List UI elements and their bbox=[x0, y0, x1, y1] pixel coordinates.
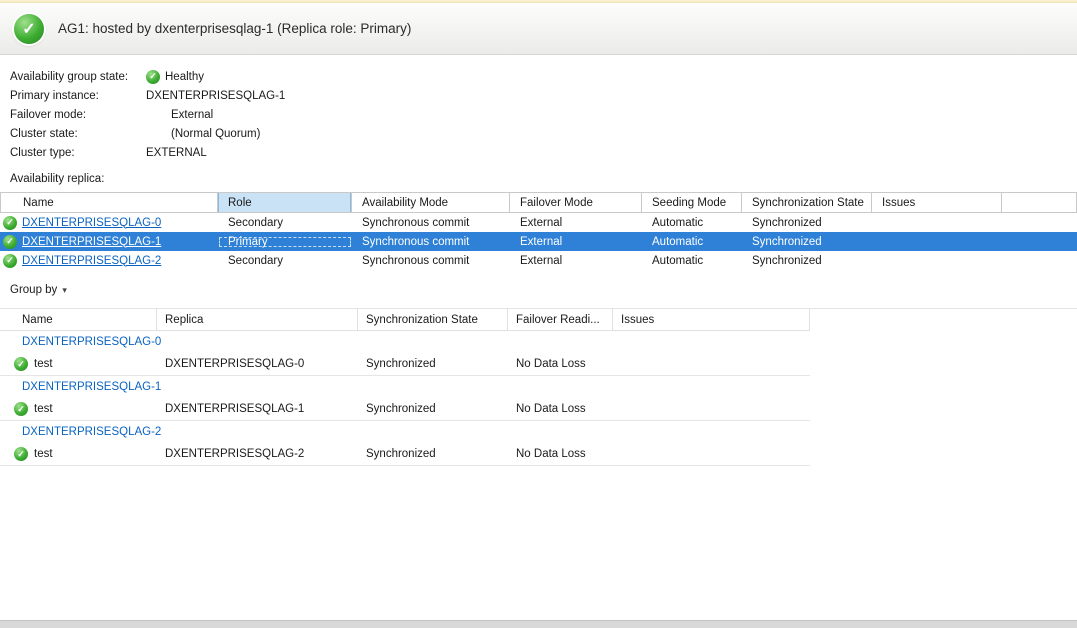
database-status-icon bbox=[14, 447, 28, 461]
replica-name-link[interactable]: DXENTERPRISESQLAG-2 bbox=[22, 255, 161, 267]
database-status-icon bbox=[14, 357, 28, 371]
replica-row-selected[interactable]: DXENTERPRISESQLAG-1 Primary Synchronous … bbox=[0, 232, 1077, 251]
database-row[interactable]: test DXENTERPRISESQLAG-2 Synchronized No… bbox=[0, 443, 810, 466]
cell-name: test bbox=[0, 447, 157, 461]
column-header-name[interactable]: Name bbox=[0, 309, 157, 330]
cell-role: Primary bbox=[218, 236, 352, 248]
cell-failover-readiness: No Data Loss bbox=[508, 358, 613, 370]
replica-table-header: Name Role Availability Mode Failover Mod… bbox=[0, 192, 1077, 213]
cell-name: test bbox=[0, 357, 157, 371]
page-title: AG1: hosted by dxenterprisesqlag-1 (Repl… bbox=[58, 21, 411, 36]
database-table: Name Replica Synchronization State Failo… bbox=[0, 308, 1077, 466]
cell-seeding-mode: Automatic bbox=[642, 255, 742, 267]
summary-value-text: DXENTERPRISESQLAG-1 bbox=[146, 90, 285, 102]
summary-row: Availability group state: Healthy bbox=[10, 67, 1077, 86]
cell-replica: DXENTERPRISESQLAG-1 bbox=[157, 403, 358, 415]
cell-replica: DXENTERPRISESQLAG-0 bbox=[157, 358, 358, 370]
summary-label: Cluster state: bbox=[10, 128, 146, 140]
summary-value: Healthy bbox=[146, 70, 204, 84]
column-header-synchronization-state[interactable]: Synchronization State bbox=[742, 193, 872, 212]
replica-name-link[interactable]: DXENTERPRISESQLAG-1 bbox=[22, 236, 161, 248]
database-group-header[interactable]: DXENTERPRISESQLAG-0 bbox=[0, 331, 1077, 353]
bottom-status-strip bbox=[0, 620, 1077, 628]
cell-name: DXENTERPRISESQLAG-0 bbox=[0, 216, 218, 230]
column-header-name[interactable]: Name bbox=[0, 193, 218, 212]
cell-seeding-mode: Automatic bbox=[642, 217, 742, 229]
cell-availability-mode: Synchronous commit bbox=[352, 255, 510, 267]
cell-synchronization-state: Synchronized bbox=[742, 236, 872, 248]
column-header-issues[interactable]: Issues bbox=[613, 309, 810, 330]
healthy-check-icon bbox=[146, 70, 160, 84]
cell-synchronization-state: Synchronized bbox=[358, 403, 508, 415]
cell-name: test bbox=[0, 402, 157, 416]
column-header-synchronization-state[interactable]: Synchronization State bbox=[358, 309, 508, 330]
replica-table: Name Role Availability Mode Failover Mod… bbox=[0, 192, 1077, 270]
column-header-failover-mode[interactable]: Failover Mode bbox=[510, 193, 642, 212]
cell-synchronization-state: Synchronized bbox=[742, 217, 872, 229]
replica-status-icon bbox=[3, 235, 17, 249]
cell-synchronization-state: Synchronized bbox=[358, 358, 508, 370]
dashboard-header: AG1: hosted by dxenterprisesqlag-1 (Repl… bbox=[0, 3, 1077, 55]
cell-name: DXENTERPRISESQLAG-1 bbox=[0, 235, 218, 249]
cell-failover-readiness: No Data Loss bbox=[508, 403, 613, 415]
summary-label: Failover mode: bbox=[10, 109, 146, 121]
summary-row: Cluster state: (Normal Quorum) bbox=[10, 124, 1077, 143]
cell-availability-mode: Synchronous commit bbox=[352, 217, 510, 229]
cell-role: Secondary bbox=[218, 255, 352, 267]
cell-name: DXENTERPRISESQLAG-2 bbox=[0, 254, 218, 268]
ag-summary: Availability group state: Healthy Primar… bbox=[0, 55, 1077, 162]
ag-dashboard: AG1: hosted by dxenterprisesqlag-1 (Repl… bbox=[0, 0, 1077, 628]
group-by-dropdown[interactable]: Group by bbox=[10, 284, 67, 296]
database-name: test bbox=[34, 448, 53, 460]
group-by-label: Group by bbox=[10, 284, 57, 296]
summary-row: Primary instance: DXENTERPRISESQLAG-1 bbox=[10, 86, 1077, 105]
cell-replica: DXENTERPRISESQLAG-2 bbox=[157, 448, 358, 460]
column-header-seeding-mode[interactable]: Seeding Mode bbox=[642, 193, 742, 212]
database-row[interactable]: test DXENTERPRISESQLAG-0 Synchronized No… bbox=[0, 353, 810, 376]
availability-replica-label: Availability replica: bbox=[10, 173, 1077, 185]
database-status-icon bbox=[14, 402, 28, 416]
replica-row[interactable]: DXENTERPRISESQLAG-0 Secondary Synchronou… bbox=[0, 213, 1077, 232]
database-name: test bbox=[34, 403, 53, 415]
cell-failover-readiness: No Data Loss bbox=[508, 448, 613, 460]
replica-status-icon bbox=[3, 254, 17, 268]
database-table-header: Name Replica Synchronization State Failo… bbox=[0, 309, 810, 331]
summary-label: Primary instance: bbox=[10, 90, 146, 102]
cell-role: Secondary bbox=[218, 217, 352, 229]
column-header-availability-mode[interactable]: Availability Mode bbox=[352, 193, 510, 212]
cell-synchronization-state: Synchronized bbox=[742, 255, 872, 267]
replica-status-icon bbox=[3, 216, 17, 230]
column-header-issues[interactable]: Issues bbox=[872, 193, 1002, 212]
cell-seeding-mode: Automatic bbox=[642, 236, 742, 248]
summary-value-text: (Normal Quorum) bbox=[146, 128, 260, 140]
chevron-down-icon bbox=[62, 285, 67, 296]
column-header-role[interactable]: Role bbox=[218, 193, 352, 212]
cell-failover-mode: External bbox=[510, 217, 642, 229]
summary-label: Cluster type: bbox=[10, 147, 146, 159]
summary-value-text: External bbox=[146, 109, 213, 121]
replica-row[interactable]: DXENTERPRISESQLAG-2 Secondary Synchronou… bbox=[0, 251, 1077, 270]
summary-label: Availability group state: bbox=[10, 71, 146, 83]
replica-name-link[interactable]: DXENTERPRISESQLAG-0 bbox=[22, 217, 161, 229]
column-header-replica[interactable]: Replica bbox=[157, 309, 358, 330]
cell-failover-mode: External bbox=[510, 236, 642, 248]
summary-row: Failover mode: External bbox=[10, 105, 1077, 124]
column-header-filler bbox=[1002, 193, 1077, 212]
database-row[interactable]: test DXENTERPRISESQLAG-1 Synchronized No… bbox=[0, 398, 810, 421]
column-header-failover-readiness[interactable]: Failover Readi... bbox=[508, 309, 613, 330]
healthy-status-icon bbox=[14, 14, 44, 44]
database-group-header[interactable]: DXENTERPRISESQLAG-2 bbox=[0, 421, 1077, 443]
cell-synchronization-state: Synchronized bbox=[358, 448, 508, 460]
database-name: test bbox=[34, 358, 53, 370]
summary-row: Cluster type: EXTERNAL bbox=[10, 143, 1077, 162]
summary-value-text: EXTERNAL bbox=[146, 147, 207, 159]
cell-failover-mode: External bbox=[510, 255, 642, 267]
database-group-header[interactable]: DXENTERPRISESQLAG-1 bbox=[0, 376, 1077, 398]
summary-value-text: Healthy bbox=[165, 71, 204, 83]
cell-availability-mode: Synchronous commit bbox=[352, 236, 510, 248]
